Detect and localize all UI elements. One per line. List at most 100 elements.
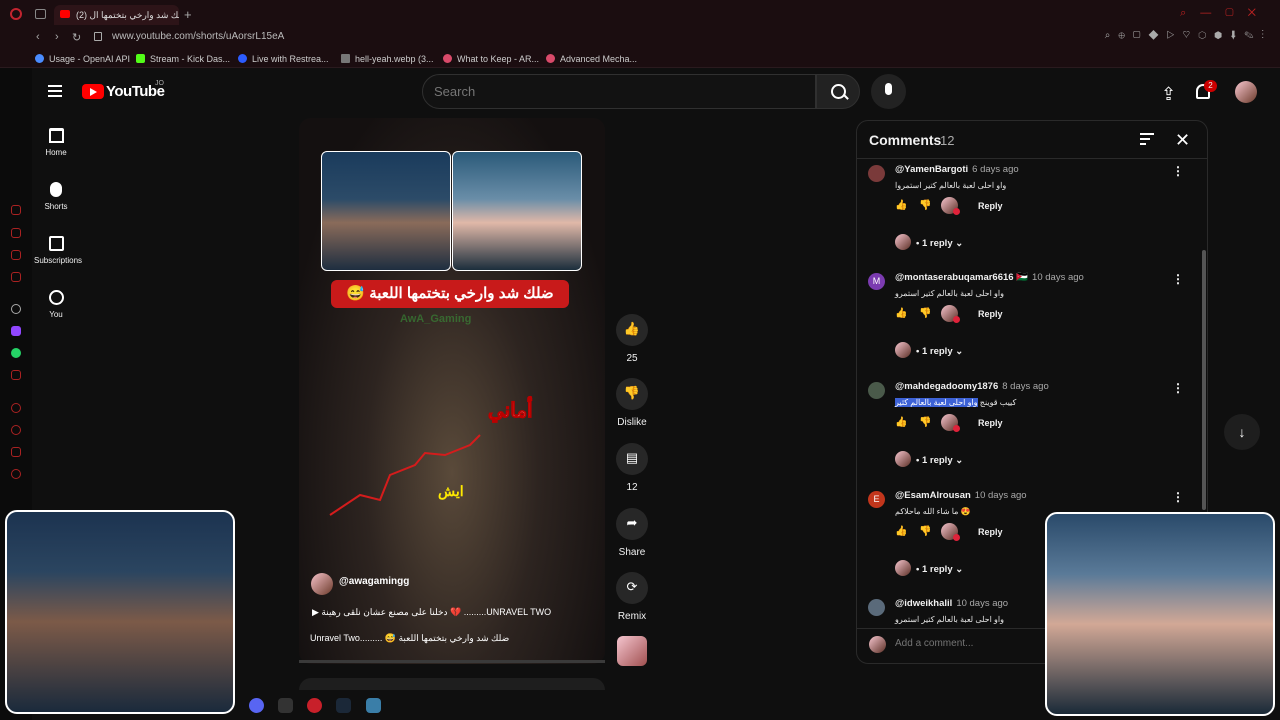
comment-reply-button[interactable]: Reply (978, 527, 1003, 537)
dislike-button[interactable]: 👎 Dislike (610, 378, 654, 428)
account-avatar[interactable] (1235, 81, 1257, 103)
bookmark-openai[interactable]: Usage - OpenAI API (35, 54, 130, 64)
comment-author[interactable]: @montaserabuqamar6616 🇯🇴 10 days ago (895, 272, 1084, 283)
window-controls[interactable]: ⌕—▢✕ (1180, 7, 1270, 20)
comments-scrollbar[interactable] (1202, 250, 1206, 510)
sidebar-app-icon[interactable] (11, 250, 21, 260)
bookmark-restream[interactable]: Live with Restrea... (238, 54, 329, 64)
more-options-icon[interactable]: ⋮ (1172, 381, 1184, 395)
comment-time[interactable]: 10 days ago (956, 598, 1008, 609)
opera-logo-icon[interactable] (10, 8, 22, 20)
search-input[interactable] (434, 84, 804, 99)
comment-author[interactable]: @idweikhalil 10 days ago (895, 598, 1008, 609)
remix-button[interactable]: ⟳ Remix (610, 572, 654, 622)
sidebar-app-icon[interactable] (11, 205, 21, 215)
more-options-icon[interactable]: ⋮ (1172, 164, 1184, 178)
search-button[interactable] (816, 74, 860, 109)
comment-avatar[interactable] (868, 165, 885, 182)
comment-avatar[interactable] (868, 599, 885, 616)
view-replies-button[interactable]: • 1 reply ⌄ (895, 342, 963, 358)
video-channel-name[interactable]: @awagamingg (339, 576, 409, 587)
app-icon[interactable] (366, 698, 381, 713)
comment-dislike-icon[interactable]: 👎 (919, 417, 931, 428)
comment-like-icon[interactable]: 👍 (895, 417, 907, 428)
discord-icon[interactable] (249, 698, 264, 713)
sidebar-app-icon[interactable] (11, 370, 21, 380)
comment-time[interactable]: 10 days ago (1032, 272, 1084, 283)
view-replies-button[interactable]: • 1 reply ⌄ (895, 560, 963, 576)
more-options-icon[interactable]: ⋮ (1172, 272, 1184, 286)
comment-author[interactable]: @EsamAlrousan 10 days ago (895, 490, 1027, 501)
more-options-icon[interactable]: ⋮ (1172, 490, 1184, 504)
comment-avatar[interactable]: E (868, 491, 885, 508)
sidebar-settings-icon[interactable] (11, 469, 21, 479)
bookmark-what-to-keep[interactable]: What to Keep - AR... (443, 54, 539, 64)
comment-time[interactable]: 8 days ago (1002, 381, 1048, 392)
clock-icon[interactable] (11, 425, 21, 435)
lock-icon[interactable] (94, 32, 102, 41)
comment-avatar[interactable] (868, 382, 885, 399)
comment-author[interactable]: @mahdegadoomy1876 8 days ago (895, 381, 1049, 392)
youtube-logo-icon[interactable] (82, 84, 104, 99)
microphone-icon[interactable] (871, 74, 906, 109)
audio-source-thumbnail[interactable] (617, 636, 647, 666)
comments-button[interactable]: ▤ 12 (610, 443, 654, 493)
sidebar-app-icon[interactable] (11, 228, 21, 238)
twitch-icon[interactable] (11, 326, 21, 336)
comment-dislike-icon[interactable]: 👎 (919, 308, 931, 319)
url-field[interactable]: www.youtube.com/shorts/uAorsrL15eA (112, 31, 284, 42)
skype-icon[interactable] (278, 698, 293, 713)
reload-icon[interactable]: ↻ (72, 31, 81, 44)
browser-tab[interactable]: (2) ضلك شد وارخي بتختمها ال (54, 5, 179, 25)
video-description-line1[interactable]: ▶ دخلنا على مصنع عشان نلقى رهينة 💔 .....… (312, 607, 602, 618)
comment-author-name[interactable]: @montaserabuqamar6616 🇯🇴 (895, 272, 1028, 283)
comment-author-name[interactable]: @mahdegadoomy1876 (895, 381, 998, 392)
hamburger-menu-icon[interactable] (48, 85, 62, 97)
comment-reply-button[interactable]: Reply (978, 418, 1003, 428)
comment-time[interactable]: 10 days ago (975, 490, 1027, 501)
bookmark-hell-yeah[interactable]: hell-yeah.webp (3... (341, 54, 434, 64)
comment-dislike-icon[interactable]: 👎 (919, 200, 931, 211)
comment-author[interactable]: @YamenBargoti 6 days ago (895, 164, 1019, 175)
comment-like-icon[interactable]: 👍 (895, 308, 907, 319)
video-progress-bar[interactable] (299, 660, 605, 663)
new-tab-button[interactable]: + (184, 7, 192, 22)
sort-icon[interactable] (1140, 133, 1154, 145)
sidebar-app-icon[interactable] (11, 272, 21, 282)
whatsapp-icon[interactable] (11, 348, 21, 358)
comment-reply-button[interactable]: Reply (978, 201, 1003, 211)
app-icon[interactable] (307, 698, 322, 713)
forward-icon[interactable]: › (55, 31, 59, 43)
close-icon[interactable]: ✕ (1175, 130, 1190, 151)
nav-home[interactable]: Home (34, 128, 78, 157)
comment-dislike-icon[interactable]: 👎 (919, 526, 931, 537)
comment-author-name[interactable]: @EsamAlrousan (895, 490, 971, 501)
browser-toolbar-icons[interactable]: ⌕⊕▢◆▷♡⬡⬢⬇✎⋮ (1105, 30, 1272, 41)
comment-author-name[interactable]: @YamenBargoti (895, 164, 968, 175)
sidebar-app-icon[interactable] (11, 447, 21, 457)
nav-shorts[interactable]: Shorts (34, 182, 78, 211)
share-button[interactable]: ➦ Share (610, 508, 654, 558)
comment-time[interactable]: 6 days ago (972, 164, 1018, 175)
settings-icon[interactable] (11, 304, 21, 314)
comment-like-icon[interactable]: 👍 (895, 526, 907, 537)
back-icon[interactable]: ‹ (36, 31, 40, 43)
steam-icon[interactable] (336, 698, 351, 713)
view-replies-button[interactable]: • 1 reply ⌄ (895, 234, 963, 250)
comment-avatar[interactable]: M (868, 273, 885, 290)
next-short-peek[interactable] (299, 678, 605, 690)
bookmark-kick[interactable]: Stream - Kick Das... (136, 54, 230, 64)
bookmark-advanced-mecha[interactable]: Advanced Mecha... (546, 54, 637, 64)
upload-icon[interactable]: ⇪ (1161, 84, 1176, 105)
comment-like-icon[interactable]: 👍 (895, 200, 907, 211)
nav-you[interactable]: You (34, 290, 78, 319)
view-replies-button[interactable]: • 1 reply ⌄ (895, 451, 963, 467)
like-button[interactable]: 👍 25 (610, 314, 654, 364)
tab-switcher-icon[interactable] (35, 9, 46, 19)
arrow-down-icon[interactable]: ↓ (1224, 414, 1260, 450)
video-channel-avatar[interactable] (311, 573, 333, 595)
history-icon[interactable] (11, 403, 21, 413)
comment-author-name[interactable]: @idweikhalil (895, 598, 952, 609)
nav-subscriptions[interactable]: Subscriptions (34, 236, 82, 265)
add-comment-input[interactable] (895, 638, 1045, 649)
